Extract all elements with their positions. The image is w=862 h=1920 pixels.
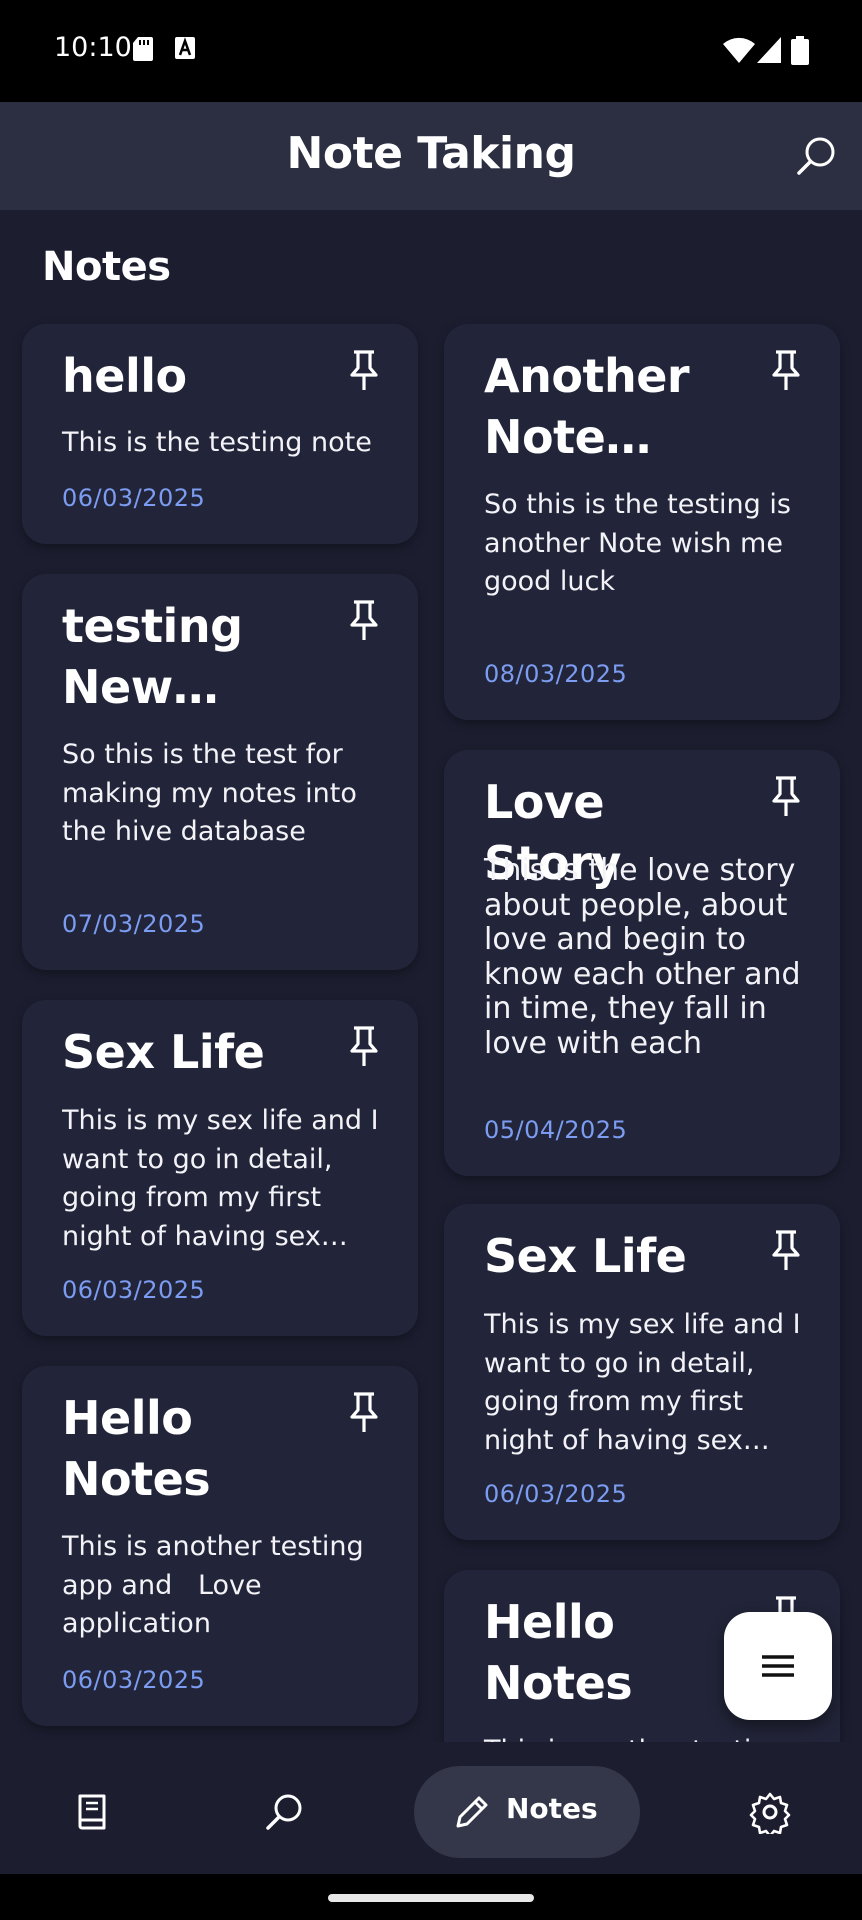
app-title: Note Taking [286,128,576,179]
note-date: 07/03/2025 [62,910,206,938]
note-title: hello [62,349,187,403]
note-title: Sex Life [62,1025,265,1079]
pencil-icon [456,1796,488,1828]
note-title: Another Note ano... [484,349,690,464]
note-body: This is another testing app and Love app… [62,1531,373,1639]
note-card[interactable]: Sex Life This is my sex life and I want … [444,1204,840,1540]
pin-icon[interactable] [346,598,382,642]
note-body: So this is the testing is another Note w… [484,489,791,597]
note-date: 05/04/2025 [484,1116,628,1144]
section-title: Notes [42,244,171,290]
note-date: 08/03/2025 [484,660,628,688]
note-date: 06/03/2025 [484,1480,628,1508]
nav-notes-label: Notes [506,1792,598,1825]
search-icon[interactable] [262,1790,306,1834]
pin-icon[interactable] [768,348,804,392]
cellular-signal-icon [757,37,781,63]
note-title: Sex Life [484,1229,687,1283]
battery-icon [791,36,809,65]
note-card[interactable]: testing New app... So this is the test f… [22,574,418,970]
note-card[interactable]: Love Story This is the love story about … [444,750,840,1176]
wifi-icon [723,37,755,63]
note-card[interactable]: hello This is the testing note 06/03/202… [22,324,418,544]
pin-icon[interactable] [346,1024,382,1068]
status-time: 10:10 [54,32,132,63]
bottom-navigation: Notes [0,1742,862,1874]
note-body: This is my sex life and I want to go in … [484,1309,801,1456]
note-title: testing New app... [62,599,243,714]
status-bar: 10:10 [0,0,862,102]
pin-icon[interactable] [346,348,382,392]
sd-card-icon [133,37,153,61]
note-body: This is the love story about people, abo… [484,853,801,1061]
menu-icon [762,1655,794,1677]
gear-icon[interactable] [748,1790,792,1834]
note-title: Hello Notes [62,1391,211,1506]
pin-icon[interactable] [768,774,804,818]
menu-fab-button[interactable] [724,1612,832,1720]
home-indicator[interactable] [328,1894,534,1902]
keyboard-indicator-icon [175,37,195,59]
pin-icon[interactable] [346,1390,382,1434]
app-bar: Note Taking [0,102,862,210]
note-date: 06/03/2025 [62,1276,206,1304]
note-card[interactable]: Another Note ano... So this is the testi… [444,324,840,720]
note-card[interactable]: Sex Life This is my sex life and I want … [22,1000,418,1336]
note-card[interactable]: Hello Notes This is another testing app … [22,1366,418,1726]
pin-icon[interactable] [768,1228,804,1272]
note-title: Hello Notes [484,1595,633,1710]
note-body: This is my sex life and I want to go in … [62,1105,379,1252]
note-body: So this is the test for making my notes … [62,739,357,847]
note-body: This is the testing note [62,427,372,458]
note-date: 06/03/2025 [62,1666,206,1694]
book-icon[interactable] [72,1792,112,1832]
note-date: 06/03/2025 [62,484,206,512]
search-icon[interactable] [794,134,838,178]
gesture-bar [0,1874,862,1920]
nav-notes-tab[interactable]: Notes [414,1766,640,1858]
